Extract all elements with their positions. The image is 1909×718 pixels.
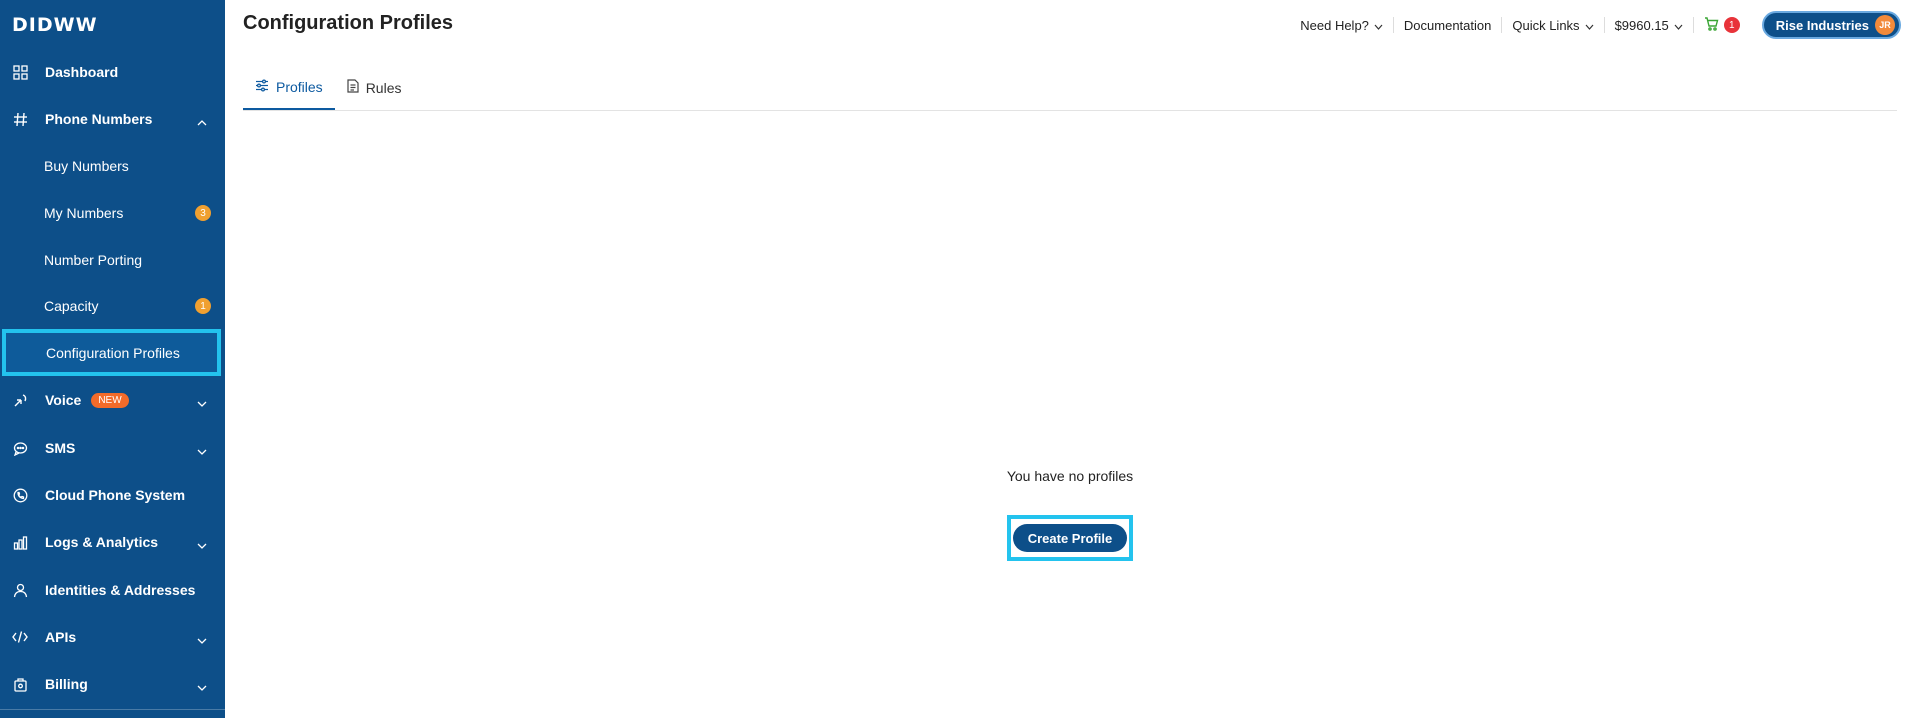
sidebar-item-label: Billing bbox=[45, 676, 88, 692]
code-icon bbox=[12, 629, 28, 645]
sidebar-item-dashboard[interactable]: Dashboard bbox=[0, 52, 225, 92]
balance-amount: $9960.15 bbox=[1614, 17, 1669, 33]
chevron-down-icon bbox=[197, 442, 207, 458]
sidebar-item-voice[interactable]: Voice NEW bbox=[0, 380, 225, 420]
sidebar: DIDWW Dashboard Phone Numbers Buy Number… bbox=[0, 0, 225, 718]
count-badge: 3 bbox=[195, 205, 211, 221]
chevron-down-icon bbox=[1374, 18, 1383, 33]
empty-state-message: You have no profiles bbox=[1006, 468, 1134, 484]
quick-links-dropdown[interactable]: Quick Links bbox=[1502, 18, 1603, 33]
chevron-down-icon bbox=[1674, 18, 1683, 33]
tab-profiles[interactable]: Profiles bbox=[243, 66, 335, 110]
cart-button[interactable]: 1 bbox=[1694, 16, 1750, 34]
sidebar-item-buy-numbers[interactable]: Buy Numbers bbox=[0, 146, 225, 186]
sidebar-item-billing[interactable]: Billing bbox=[0, 664, 225, 704]
sidebar-item-number-porting[interactable]: Number Porting bbox=[0, 240, 225, 280]
account-name: Rise Industries bbox=[1775, 17, 1869, 33]
sidebar-item-identities-addresses[interactable]: Identities & Addresses bbox=[0, 570, 225, 610]
tab-label: Rules bbox=[365, 79, 402, 96]
sidebar-item-text: Voice bbox=[45, 391, 82, 408]
sidebar-item-label: My Numbers bbox=[44, 205, 124, 221]
sidebar-item-label: Dashboard bbox=[45, 64, 119, 80]
sidebar-item-label: Voice NEW bbox=[45, 392, 129, 409]
documentation-label: Documentation bbox=[1403, 17, 1492, 33]
sidebar-item-apis[interactable]: APIs bbox=[0, 617, 225, 657]
sidebar-item-my-numbers[interactable]: My Numbers 3 bbox=[0, 193, 225, 233]
sidebar-item-label: Capacity bbox=[44, 298, 99, 314]
sidebar-item-label: Cloud Phone System bbox=[45, 487, 186, 503]
sidebar-divider bbox=[0, 709, 225, 710]
sidebar-item-label: Buy Numbers bbox=[44, 158, 129, 174]
sidebar-item-sms[interactable]: SMS bbox=[0, 428, 225, 468]
hash-icon bbox=[12, 111, 28, 127]
documentation-link[interactable]: Documentation bbox=[1394, 18, 1501, 33]
wallet-icon bbox=[12, 676, 28, 692]
create-profile-highlight: Create Profile bbox=[1007, 515, 1133, 561]
sidebar-item-phone-numbers[interactable]: Phone Numbers bbox=[0, 99, 225, 139]
count-badge: 1 bbox=[195, 298, 211, 314]
cart-icon bbox=[1704, 16, 1719, 34]
sidebar-item-label: Identities & Addresses bbox=[45, 582, 196, 598]
phone-circle-icon bbox=[12, 487, 28, 503]
sidebar-item-label: Configuration Profiles bbox=[46, 344, 180, 361]
need-help-label: Need Help? bbox=[1300, 17, 1369, 33]
user-icon bbox=[12, 582, 28, 598]
quick-links-label: Quick Links bbox=[1512, 17, 1580, 33]
account-menu-button[interactable]: Rise Industries JR bbox=[1761, 11, 1901, 39]
tab-label: Profiles bbox=[276, 79, 323, 95]
create-profile-button[interactable]: Create Profile bbox=[1013, 524, 1127, 552]
chevron-down-icon bbox=[197, 678, 207, 694]
chevron-up-icon bbox=[197, 113, 207, 129]
bar-chart-icon bbox=[12, 534, 28, 550]
chat-bubble-icon bbox=[12, 440, 28, 456]
chevron-down-icon bbox=[1585, 18, 1594, 33]
sidebar-item-capacity[interactable]: Capacity 1 bbox=[0, 286, 225, 326]
new-tag: NEW bbox=[91, 393, 129, 409]
balance-dropdown[interactable]: $9960.15 bbox=[1605, 18, 1693, 33]
document-icon bbox=[347, 79, 359, 96]
cart-count-badge: 1 bbox=[1723, 17, 1740, 33]
sidebar-item-logs-analytics[interactable]: Logs & Analytics bbox=[0, 522, 225, 562]
need-help-dropdown[interactable]: Need Help? bbox=[1290, 18, 1393, 33]
tab-bar: Profiles Rules bbox=[243, 66, 1897, 111]
sidebar-item-label: SMS bbox=[45, 440, 76, 456]
topbar: Need Help? Documentation Quick Links $99… bbox=[1290, 0, 1909, 50]
sidebar-item-configuration-profiles[interactable]: Configuration Profiles bbox=[2, 329, 221, 376]
sidebar-item-cloud-phone-system[interactable]: Cloud Phone System bbox=[0, 475, 225, 515]
sidebar-item-label: Number Porting bbox=[44, 252, 143, 268]
avatar: JR bbox=[1875, 15, 1895, 35]
chevron-down-icon bbox=[197, 394, 207, 410]
tab-rules[interactable]: Rules bbox=[335, 66, 414, 109]
chevron-down-icon bbox=[197, 631, 207, 647]
sidebar-item-label: APIs bbox=[45, 629, 77, 645]
sidebar-item-label: Phone Numbers bbox=[45, 111, 153, 127]
brand-logo[interactable]: DIDWW bbox=[12, 14, 98, 36]
sliders-icon bbox=[255, 79, 269, 95]
grid-icon bbox=[12, 64, 28, 80]
phone-arrow-icon bbox=[12, 392, 28, 408]
page-title: Configuration Profiles bbox=[243, 12, 453, 34]
sidebar-item-label: Logs & Analytics bbox=[45, 534, 159, 550]
chevron-down-icon bbox=[197, 536, 207, 552]
